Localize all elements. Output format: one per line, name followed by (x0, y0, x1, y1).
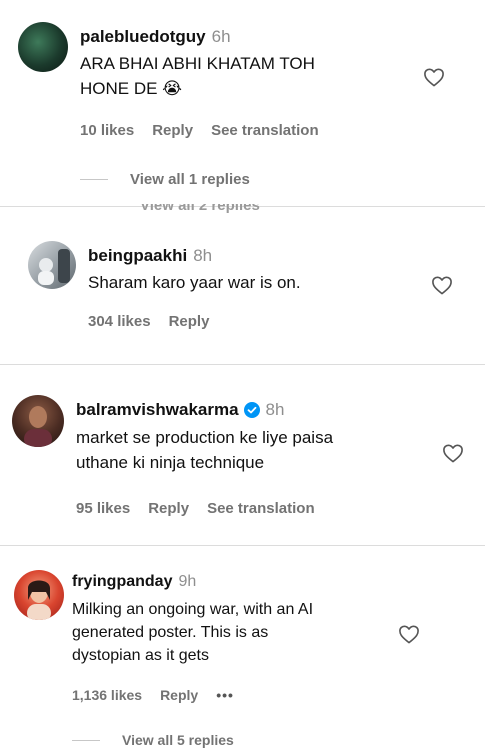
avatar-photo-icon (27, 580, 51, 620)
timestamp: 6h (211, 27, 231, 46)
username[interactable]: fryingpanday (72, 573, 172, 591)
replies-line (72, 739, 100, 741)
timestamp: 8h (265, 400, 285, 419)
likes-count[interactable]: 95 likes (76, 500, 130, 517)
verified-badge-icon (243, 402, 260, 418)
comment-text: Milking an ongoing war, with an AI gener… (72, 601, 314, 665)
avatar[interactable] (18, 22, 68, 72)
see-translation-button[interactable]: See translation (211, 122, 319, 139)
ghost-view-replies: View all 2 replies (140, 204, 260, 213)
replies-line (80, 179, 108, 180)
avatar[interactable] (14, 570, 64, 620)
view-replies-button[interactable]: View all 5 replies (72, 732, 234, 748)
username[interactable]: beingpaakhi (88, 246, 187, 266)
comment-text: Sharam karo yaar war is on. (88, 273, 301, 292)
heart-outline-icon[interactable] (398, 624, 420, 644)
reply-button[interactable]: Reply (148, 500, 189, 517)
more-options-icon[interactable]: ••• (216, 687, 234, 703)
timestamp: 9h (178, 573, 197, 590)
divider (0, 364, 485, 365)
likes-count[interactable]: 1,136 likes (72, 687, 142, 703)
comment-text: market se production ke liye paisa uthan… (76, 428, 334, 472)
avatar-photo-icon (24, 406, 52, 447)
heart-outline-icon[interactable] (423, 67, 445, 87)
heart-outline-icon[interactable] (442, 443, 464, 463)
avatar[interactable] (12, 395, 64, 447)
reply-button[interactable]: Reply (152, 122, 193, 139)
avatar[interactable] (28, 241, 76, 289)
likes-count[interactable]: 304 likes (88, 313, 151, 330)
likes-count[interactable]: 10 likes (80, 122, 134, 139)
heart-outline-icon[interactable] (431, 275, 453, 295)
username[interactable]: balramvishwakarma (76, 400, 239, 420)
see-translation-button[interactable]: See translation (207, 500, 315, 517)
comment-text: ARA BHAI ABHI KHATAM TOH HONE DE 😭 (80, 54, 315, 98)
timestamp: 8h (193, 246, 213, 265)
reply-button[interactable]: Reply (160, 687, 198, 703)
view-replies-button[interactable]: View all 1 replies (80, 171, 250, 188)
divider (0, 545, 485, 546)
username[interactable]: palebluedotguy (80, 27, 206, 47)
reply-button[interactable]: Reply (169, 313, 210, 330)
avatar-photo-icon (38, 249, 70, 285)
